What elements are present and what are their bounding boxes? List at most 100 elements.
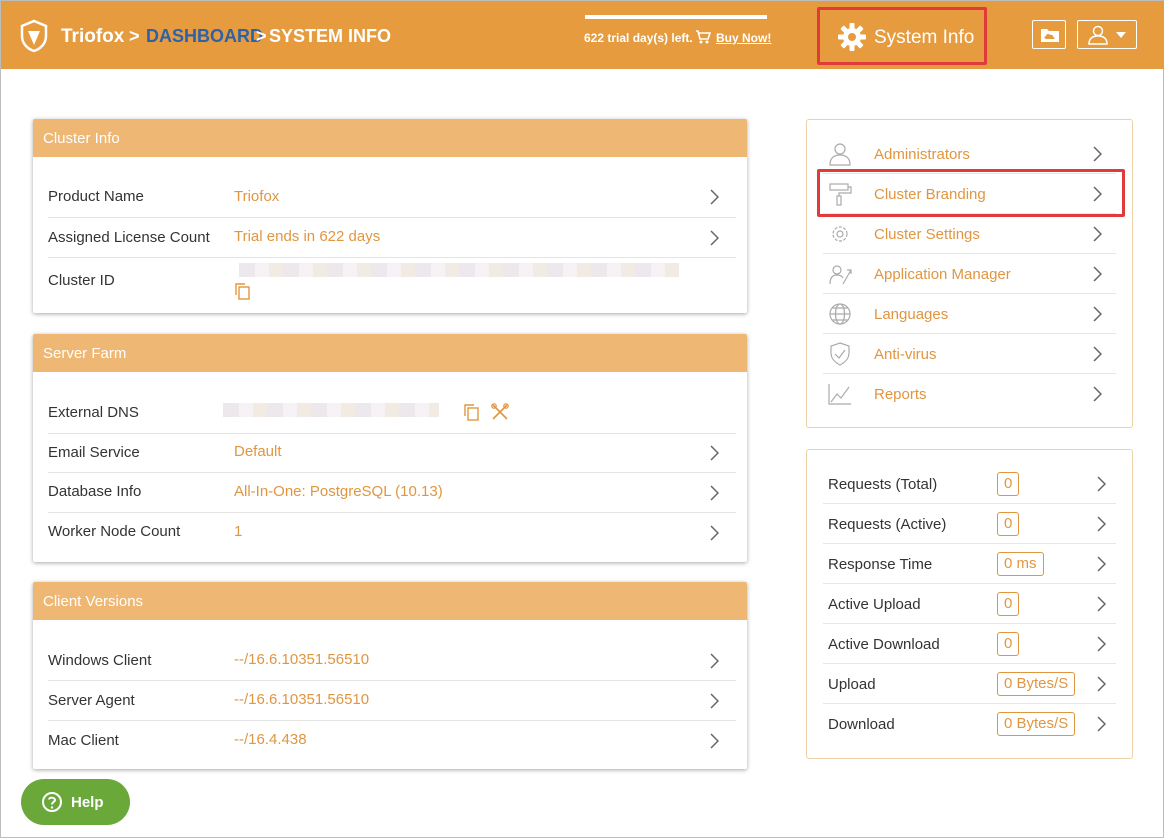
chevron-down-icon — [1116, 32, 1126, 38]
menu-item-application-manager[interactable]: Application Manager — [823, 254, 1116, 294]
cloud-folder-icon — [1041, 29, 1059, 42]
chevron-right-icon[interactable] — [709, 525, 719, 541]
stat-row-response-time[interactable]: Response Time 0 ms — [823, 544, 1116, 584]
copy-icon[interactable] — [463, 403, 479, 421]
stat-value: 0 — [997, 632, 1020, 656]
menu-item-cluster-branding[interactable]: Cluster Branding — [823, 174, 1116, 214]
client-versions-title: Client Versions — [33, 582, 747, 620]
row-value: Trial ends in 622 days — [234, 228, 381, 245]
shield-check-icon — [830, 342, 850, 366]
chevron-right-icon — [1097, 596, 1106, 612]
client-row-mac[interactable]: Mac Client --/16.4.438 — [48, 721, 736, 761]
chevron-right-icon — [1097, 636, 1106, 652]
menu-item-administrators[interactable]: Administrators — [823, 134, 1116, 174]
row-label: External DNS — [48, 404, 139, 421]
row-value: Default — [234, 443, 282, 460]
help-button[interactable]: Help — [21, 779, 130, 825]
cloud-folder-button[interactable] — [1032, 20, 1066, 49]
buy-now-link[interactable]: Buy Now! — [716, 31, 771, 45]
stat-row-requests-total[interactable]: Requests (Total) 0 — [823, 464, 1116, 504]
stat-value: 0 — [997, 592, 1020, 616]
stat-label: Upload — [828, 676, 876, 693]
chevron-right-icon[interactable] — [709, 733, 719, 749]
server-row-email-service[interactable]: Email Service Default — [48, 434, 736, 473]
stat-row-requests-active[interactable]: Requests (Active) 0 — [823, 504, 1116, 544]
menu-item-reports[interactable]: Reports — [823, 374, 1116, 414]
chevron-right-icon — [1097, 516, 1106, 532]
server-row-external-dns: External DNS — [48, 393, 736, 434]
chevron-right-icon — [1093, 186, 1102, 202]
chevron-right-icon[interactable] — [709, 189, 719, 205]
chevron-right-icon[interactable] — [709, 485, 719, 501]
breadcrumb-separator: > — [129, 26, 140, 46]
chevron-right-icon — [1093, 386, 1102, 402]
menu-item-label: Languages — [874, 306, 949, 323]
triofox-logo-icon[interactable] — [19, 19, 49, 53]
settings-menu-panel: Administrators Cluster Branding Cluster … — [806, 119, 1133, 428]
brand-name: Triofox — [61, 26, 125, 47]
menu-item-label: Cluster Branding — [874, 186, 986, 203]
chevron-right-icon — [1093, 306, 1102, 322]
client-versions-card: Client Versions Windows Client --/16.6.1… — [33, 582, 747, 769]
stat-label: Requests (Active) — [828, 516, 947, 533]
row-label: Mac Client — [48, 732, 119, 749]
system-info-button[interactable]: System Info — [817, 7, 987, 65]
server-row-database-info[interactable]: Database Info All-In-One: PostgreSQL (10… — [48, 473, 736, 513]
server-farm-card: Server Farm External DNS Email Service D… — [33, 334, 747, 562]
row-value: --/16.4.438 — [234, 731, 307, 748]
chevron-right-icon[interactable] — [709, 653, 719, 669]
row-label: Product Name — [48, 188, 144, 205]
chevron-right-icon — [1093, 146, 1102, 162]
client-row-windows[interactable]: Windows Client --/16.6.10351.56510 — [48, 641, 736, 681]
menu-item-cluster-settings[interactable]: Cluster Settings — [823, 214, 1116, 254]
chevron-right-icon — [1097, 676, 1106, 692]
chevron-right-icon — [1097, 716, 1106, 732]
stat-label: Response Time — [828, 556, 933, 573]
question-icon — [42, 792, 62, 812]
system-info-label: System Info — [874, 27, 975, 48]
row-label: Assigned License Count — [48, 229, 210, 246]
trial-progress-bar — [585, 15, 767, 19]
breadcrumb-separator: > — [256, 26, 267, 46]
chevron-right-icon[interactable] — [709, 230, 719, 246]
app-manager-icon — [829, 265, 852, 285]
row-value: 1 — [234, 523, 243, 540]
cluster-row-product-name[interactable]: Product Name Triofox — [48, 177, 736, 218]
copy-icon[interactable] — [234, 282, 250, 300]
stat-row-download[interactable]: Download 0 Bytes/S — [823, 704, 1116, 744]
stat-row-active-download[interactable]: Active Download 0 — [823, 624, 1116, 664]
chevron-right-icon — [1093, 266, 1102, 282]
chart-icon — [828, 384, 851, 405]
redacted-cluster-id — [239, 263, 679, 277]
server-row-worker-node-count[interactable]: Worker Node Count 1 — [48, 513, 736, 553]
cart-icon[interactable] — [695, 29, 711, 45]
chevron-right-icon[interactable] — [709, 693, 719, 709]
cluster-row-license-count[interactable]: Assigned License Count Trial ends in 622… — [48, 218, 736, 258]
row-value: All-In-One: PostgreSQL (10.13) — [234, 483, 443, 500]
menu-item-languages[interactable]: Languages — [823, 294, 1116, 334]
row-label: Windows Client — [48, 652, 152, 669]
stat-label: Active Upload — [828, 596, 921, 613]
redacted-dns — [223, 403, 439, 417]
breadcrumb-dashboard-link[interactable]: DASHBOARD — [146, 26, 263, 47]
cluster-info-title: Cluster Info — [33, 119, 747, 157]
row-label: Server Agent — [48, 692, 135, 709]
stat-row-upload[interactable]: Upload 0 Bytes/S — [823, 664, 1116, 704]
paint-roller-icon — [829, 183, 852, 206]
user-menu-button[interactable] — [1077, 20, 1137, 49]
stat-row-active-upload[interactable]: Active Upload 0 — [823, 584, 1116, 624]
server-farm-title: Server Farm — [33, 334, 747, 372]
menu-item-anti-virus[interactable]: Anti-virus — [823, 334, 1116, 374]
gear-icon — [838, 23, 866, 51]
stat-value: 0 — [997, 472, 1020, 496]
menu-item-label: Administrators — [874, 146, 970, 163]
admin-user-icon — [829, 143, 851, 166]
client-row-server-agent[interactable]: Server Agent --/16.6.10351.56510 — [48, 681, 736, 721]
stat-label: Requests (Total) — [828, 476, 938, 493]
chevron-right-icon[interactable] — [709, 445, 719, 461]
menu-item-label: Anti-virus — [874, 346, 937, 363]
trial-days-text: 622 trial day(s) left. — [584, 31, 693, 45]
tools-icon[interactable] — [491, 403, 509, 421]
row-value: --/16.6.10351.56510 — [234, 651, 370, 668]
row-label: Cluster ID — [48, 272, 115, 289]
